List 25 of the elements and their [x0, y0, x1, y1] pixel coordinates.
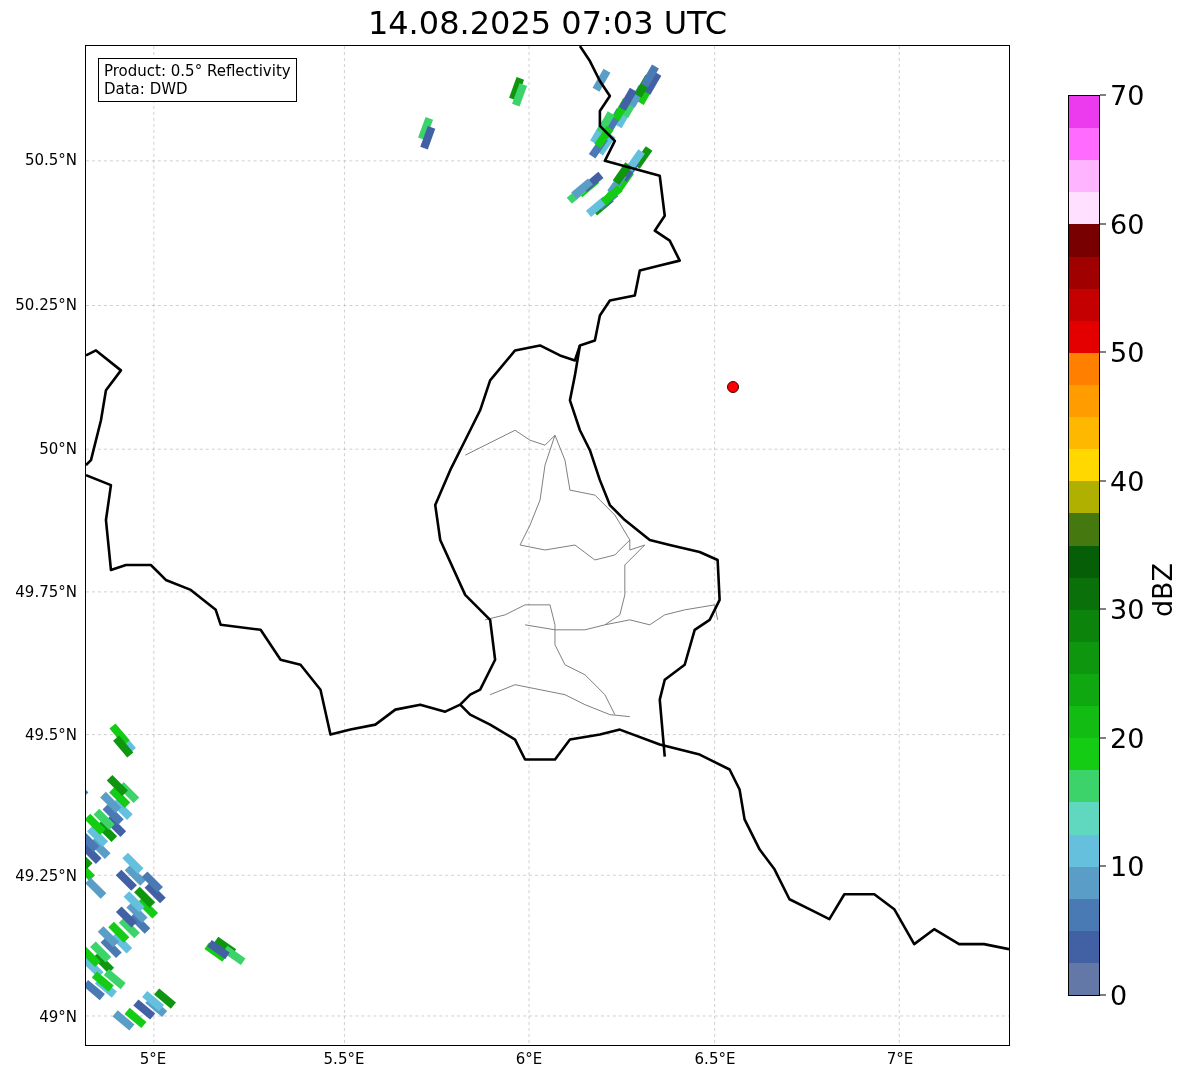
colorbar-tick-label: 60	[1110, 210, 1145, 238]
location-marker	[727, 381, 739, 393]
latitude-label: 49°N	[39, 1009, 77, 1025]
longitude-label: 5.5°E	[323, 1052, 365, 1067]
colorbar-tick-label: 50	[1110, 338, 1145, 366]
latitude-label: 50°N	[39, 441, 77, 457]
latitude-label: 49.25°N	[15, 868, 77, 884]
latitude-label: 49.5°N	[24, 727, 77, 743]
legend-text: Data: DWD	[104, 80, 189, 98]
latitude-label: 50.5°N	[24, 152, 77, 168]
latitude-label: 50.25°N	[15, 297, 77, 313]
chart-title: 14.08.2025 07:03 UTC	[367, 6, 728, 39]
longitude-label: 7°E	[886, 1052, 914, 1067]
longitude-label: 6°E	[515, 1052, 543, 1067]
colorbar-tick-label: 20	[1110, 724, 1145, 752]
legend-text: Product: 0.5° Reflectivity	[104, 62, 291, 80]
colorbar-tick-label: 0	[1110, 981, 1128, 1009]
longitude-label: 5°E	[139, 1052, 167, 1067]
colorbar-label: dBZ	[1148, 562, 1176, 618]
colorbar-tick-label: 40	[1110, 467, 1145, 495]
colorbar-tick-label: 10	[1110, 852, 1145, 880]
longitude-label: 6.5°E	[694, 1052, 736, 1067]
colorbar-tick-label: 30	[1110, 595, 1145, 623]
latitude-label: 49.75°N	[15, 584, 77, 600]
colorbar-tick-label: 70	[1110, 81, 1145, 109]
